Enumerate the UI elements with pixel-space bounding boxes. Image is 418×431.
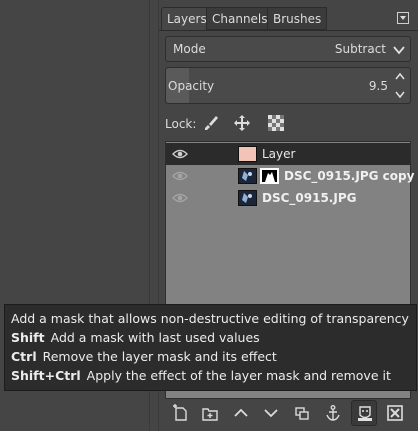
tab-layers[interactable]: Layers <box>161 7 213 30</box>
layers-button-bar <box>165 398 411 426</box>
lock-label: Lock: <box>165 117 197 131</box>
eye-icon[interactable] <box>172 169 188 183</box>
layer-thumbnail <box>238 168 257 184</box>
move-icon[interactable] <box>232 113 252 133</box>
tooltip-text: Remove the layer mask and its effect <box>42 349 277 364</box>
mode-label: Mode <box>173 42 206 56</box>
new-layer-button[interactable] <box>167 400 193 426</box>
opacity-value: 9.5 <box>368 79 388 93</box>
eye-icon[interactable] <box>172 191 188 205</box>
layer-thumbnail <box>238 146 257 162</box>
add-mask-button[interactable] <box>351 400 377 426</box>
lower-layer-button[interactable] <box>258 400 284 426</box>
tooltip-key: Shift <box>11 330 45 345</box>
new-layer-group-button[interactable] <box>197 400 223 426</box>
tab-channels[interactable]: Channels <box>206 7 274 30</box>
tooltip-line: Shift+Ctrl Apply the effect of the layer … <box>11 366 410 385</box>
opacity-label: Opacity <box>168 79 215 93</box>
tab-brushes[interactable]: Brushes <box>267 7 328 30</box>
tooltip-text: Add a mask with last used values <box>50 330 260 345</box>
layer-row[interactable]: DSC_0915.JPG copy <box>166 165 414 187</box>
tooltip-line: Add a mask that allows non-destructive e… <box>11 311 409 326</box>
tooltip-text: Apply the effect of the layer mask and r… <box>86 368 391 383</box>
mode-select[interactable]: Mode Subtract <box>165 36 411 62</box>
chevron-down-icon <box>392 43 406 57</box>
layer-mask-thumbnail <box>260 168 279 184</box>
layer-name[interactable]: Layer <box>262 147 295 161</box>
layer-row[interactable]: DSC_0915.JPG <box>166 187 410 209</box>
tooltip-key: Shift+Ctrl <box>11 368 81 383</box>
tab-menu-icon[interactable] <box>397 12 409 24</box>
duplicate-layer-button[interactable] <box>289 400 315 426</box>
panel-separator <box>159 30 418 31</box>
tooltip-key: Ctrl <box>11 349 37 364</box>
layer-thumbnail <box>238 190 257 206</box>
lock-row: Lock: <box>165 113 411 135</box>
brush-icon[interactable] <box>202 113 222 133</box>
layer-row[interactable]: Layer <box>166 143 410 165</box>
dock-tabbar: Layers Channels Brushes <box>161 7 418 30</box>
chevron-up-icon[interactable] <box>394 70 406 84</box>
chevron-down-icon[interactable] <box>394 87 406 101</box>
mode-value: Subtract <box>334 42 386 56</box>
layer-name[interactable]: DSC_0915.JPG <box>262 191 356 205</box>
layer-name[interactable]: DSC_0915.JPG copy <box>284 169 414 183</box>
tooltip-line: Ctrl Remove the layer mask and its effect <box>11 347 410 366</box>
anchor-icon[interactable] <box>320 400 346 426</box>
eye-icon[interactable] <box>172 147 188 161</box>
tooltip-line: Shift Add a mask with last used values <box>11 328 410 347</box>
raise-layer-button[interactable] <box>228 400 254 426</box>
add-mask-tooltip: Add a mask that allows non-destructive e… <box>4 304 417 391</box>
delete-layer-button[interactable] <box>382 400 408 426</box>
checkerboard-icon[interactable] <box>266 113 286 133</box>
opacity-spinscale[interactable]: Opacity 9.5 <box>165 67 411 104</box>
